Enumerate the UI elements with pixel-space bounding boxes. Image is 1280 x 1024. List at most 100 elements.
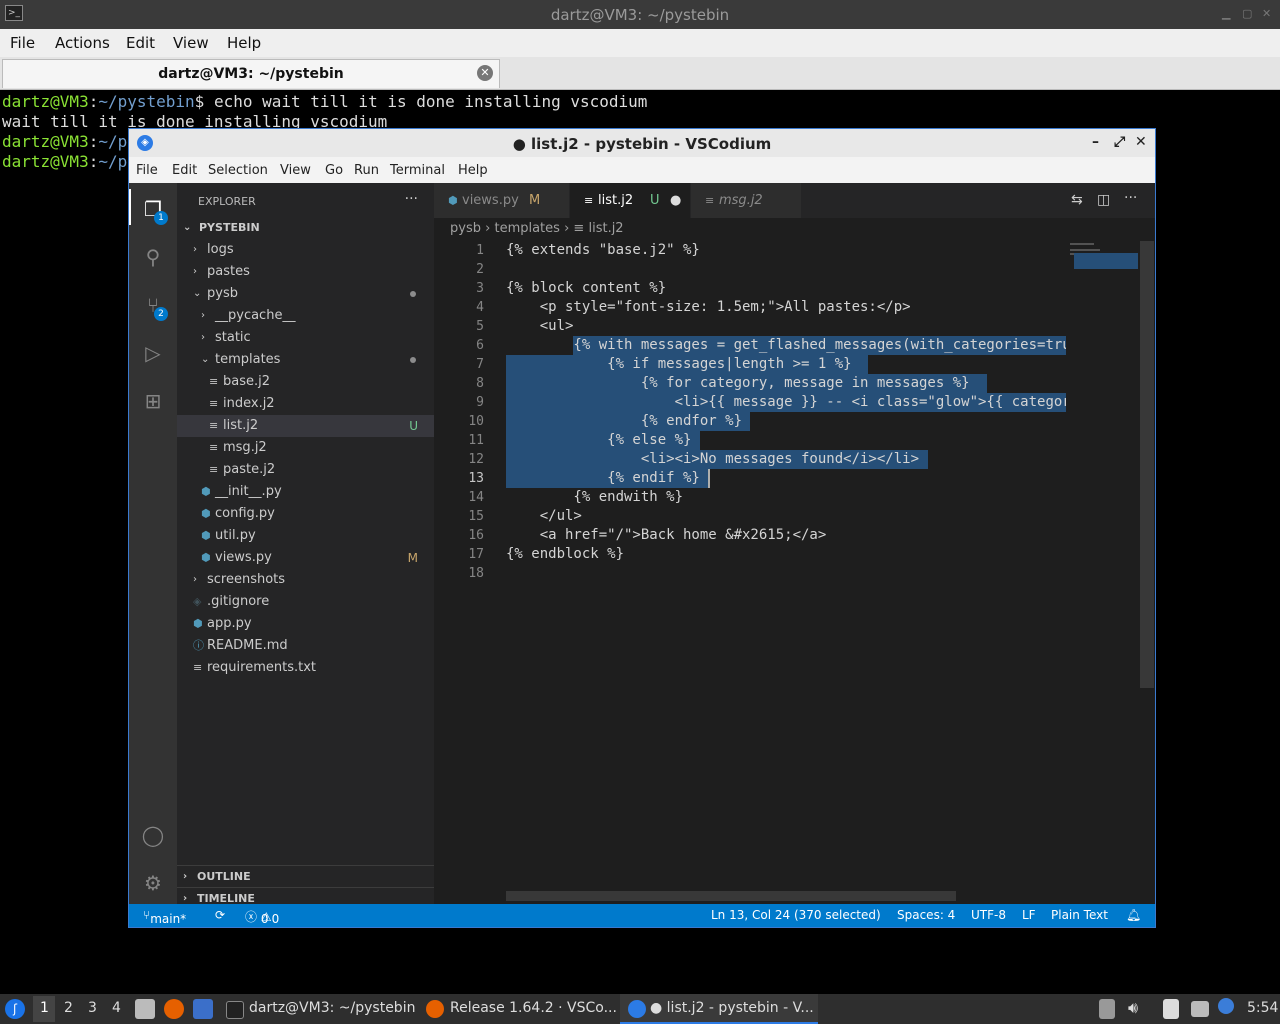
tree-item[interactable]: ⬢ util.py [177, 525, 434, 547]
tree-item[interactable]: ≡ base.j2 [177, 371, 434, 393]
unsaved-dot-icon[interactable]: ● [670, 183, 681, 218]
menu-help[interactable]: Help [227, 34, 261, 52]
tree-item[interactable]: ◈ .gitignore [177, 591, 434, 613]
start-menu-icon[interactable]: ʃ [5, 999, 25, 1019]
code-line: <li><i>No messages found</i></li> [506, 451, 920, 467]
breadcrumb-item[interactable]: list.j2 [588, 221, 623, 236]
explorer-root[interactable]: ⌄ PYSTEBIN [177, 217, 434, 239]
menu-view[interactable]: View [280, 163, 311, 178]
breadcrumb-item[interactable]: templates [494, 221, 559, 236]
minimap[interactable] [1066, 241, 1140, 891]
file-manager-icon[interactable] [135, 999, 155, 1019]
tree-item[interactable]: › __pycache__ [177, 305, 434, 327]
close-icon[interactable]: ✕ [1262, 7, 1271, 20]
horizontal-scrollbar[interactable] [506, 891, 956, 901]
tree-item[interactable]: ≡ requirements.txt [177, 657, 434, 679]
modified-dot-icon [410, 291, 416, 297]
indentation-status[interactable]: Spaces: 4 [897, 908, 955, 922]
taskbar-window-vscodium[interactable]: ● list.j2 - pystebin - V... [650, 1000, 814, 1016]
language-mode[interactable]: Plain Text [1051, 908, 1108, 922]
notifications-icon[interactable]: 🔔︎ [1126, 908, 1141, 922]
more-actions-icon[interactable]: ··· [1124, 190, 1137, 206]
vscodium-logo-icon [628, 1000, 646, 1018]
breadcrumb-item[interactable]: pysb [450, 221, 481, 236]
terminal-menubar: File Actions Edit View Help [0, 29, 1280, 57]
menu-terminal[interactable]: Terminal [390, 163, 445, 178]
tree-item[interactable]: ⌄ templates [177, 349, 434, 371]
gear-icon[interactable]: ⚙ [141, 871, 165, 895]
tree-item[interactable]: ≡ msg.j2 [177, 437, 434, 459]
line-number: 4 [476, 300, 484, 315]
tree-item[interactable]: ⓘ README.md [177, 635, 434, 657]
branch-status[interactable]: ⑂ main* [143, 908, 186, 926]
chevron-right-icon: › [201, 332, 205, 343]
chevron-down-icon: ⌄ [193, 288, 202, 299]
tree-item[interactable]: › screenshots [177, 569, 434, 591]
tree-item[interactable]: ≡ list.j2 U [177, 415, 434, 437]
line-number: 3 [476, 281, 484, 296]
taskbar-window-firefox[interactable]: Release 1.64.2 · VSCo... [450, 1000, 617, 1016]
volume-icon[interactable]: 🔊︎ [1128, 998, 1138, 1018]
firefox-icon[interactable] [164, 999, 184, 1019]
menu-file[interactable]: File [10, 34, 35, 52]
tree-item[interactable]: ⌄ pysb [177, 283, 434, 305]
split-editor-icon[interactable]: ◫ [1097, 192, 1110, 208]
menu-edit[interactable]: Edit [126, 34, 155, 52]
files-icon[interactable] [1163, 999, 1179, 1019]
workspace-3[interactable]: 3 [88, 1000, 97, 1016]
tab-views-py[interactable]: ⬢ views.py M [434, 183, 569, 218]
clock[interactable]: 5:54 [1247, 1000, 1278, 1016]
clipboard-icon[interactable] [1099, 999, 1115, 1019]
line-number: 17 [468, 547, 484, 562]
tree-item[interactable]: › logs [177, 239, 434, 261]
outline-section[interactable]: › OUTLINE [177, 865, 434, 888]
code-editor[interactable]: {% extends "base.j2" %} {% block content … [506, 241, 1066, 841]
sync-icon[interactable]: ⟳ [215, 908, 225, 922]
menu-edit[interactable]: Edit [172, 163, 197, 178]
workspace-1[interactable]: 1 [40, 1000, 49, 1016]
minimize-icon[interactable]: ▁ [1222, 7, 1230, 20]
maximize-icon[interactable]: ⤢ [1114, 134, 1125, 150]
workspace-2[interactable]: 2 [64, 1000, 73, 1016]
vertical-scrollbar[interactable] [1140, 241, 1154, 688]
tree-item[interactable]: ≡ index.j2 [177, 393, 434, 415]
tree-item[interactable]: ⬢ config.py [177, 503, 434, 525]
tab-list-j2[interactable]: ≡ list.j2 U ● [570, 183, 690, 218]
tab-msg-j2[interactable]: ≡ msg.j2 [691, 183, 801, 218]
terminal-tab[interactable]: dartz@VM3: ~/pystebin ✕ [2, 59, 500, 88]
open-changes-icon[interactable]: ⇆ [1071, 192, 1083, 208]
taskbar-window-terminal[interactable]: dartz@VM3: ~/pystebin [249, 1000, 415, 1016]
tree-item[interactable]: › static [177, 327, 434, 349]
menu-go[interactable]: Go [325, 163, 343, 178]
more-actions-icon[interactable]: ··· [405, 191, 418, 207]
tree-item[interactable]: ⬢ app.py [177, 613, 434, 635]
line-number: 18 [468, 566, 484, 581]
tree-item[interactable]: ⬢ __init__.py [177, 481, 434, 503]
workspace-4[interactable]: 4 [112, 1000, 121, 1016]
close-icon[interactable]: ✕ [1135, 134, 1147, 150]
maximize-icon[interactable]: ▢ [1242, 7, 1252, 20]
menu-selection[interactable]: Selection [208, 163, 268, 178]
menu-actions[interactable]: Actions [55, 34, 110, 52]
minimize-icon[interactable]: – [1092, 134, 1099, 150]
updates-icon[interactable] [1218, 998, 1234, 1014]
run-debug-icon[interactable]: ▷ [141, 341, 165, 365]
chevron-right-icon: › [201, 310, 205, 321]
tree-item[interactable]: ≡ paste.j2 [177, 459, 434, 481]
extensions-icon[interactable]: ⊞ [141, 389, 165, 413]
network-icon[interactable] [1191, 1001, 1209, 1017]
search-icon[interactable]: ⚲ [141, 245, 165, 269]
desktop-icon[interactable] [193, 999, 213, 1019]
menu-file[interactable]: File [136, 163, 158, 178]
accounts-icon[interactable]: ◯ [141, 823, 165, 847]
cursor-position[interactable]: Ln 13, Col 24 (370 selected) [711, 908, 881, 922]
encoding-status[interactable]: UTF-8 [971, 908, 1006, 922]
tab-close-icon[interactable]: ✕ [477, 65, 493, 81]
eol-status[interactable]: LF [1022, 908, 1036, 922]
tree-item[interactable]: › pastes [177, 261, 434, 283]
tree-item[interactable]: ⬢ views.py M [177, 547, 434, 569]
menu-view[interactable]: View [173, 34, 209, 52]
problems-status[interactable]: ⓧ 0 ⚠ 0 [245, 908, 279, 926]
menu-run[interactable]: Run [354, 163, 379, 178]
menu-help[interactable]: Help [458, 163, 488, 178]
